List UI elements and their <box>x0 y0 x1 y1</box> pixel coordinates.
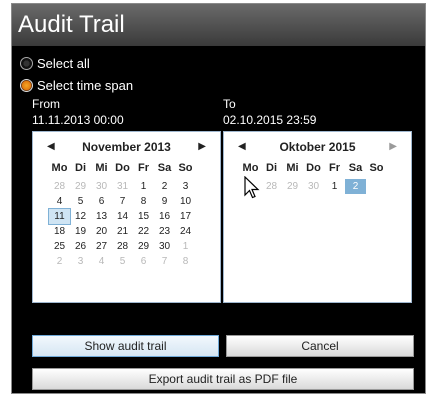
from-day-grid: 28 29 30 31 1 2 3 4 5 6 7 8 9 10 11 12 1… <box>48 179 220 269</box>
weekday-label: Di <box>75 162 86 174</box>
calendar-day[interactable]: 28 <box>261 179 282 194</box>
calendar-day[interactable]: 8 <box>133 194 154 209</box>
from-value: 11.11.2013 00:00 <box>32 113 124 127</box>
from-calendar[interactable]: ◀ November 2013 ▶ Mo Di Mi Do Fr Sa So 2… <box>32 131 221 303</box>
weekday-label: Fr <box>138 162 149 174</box>
weekday-label: Sa <box>157 162 172 174</box>
calendar-day[interactable]: 7 <box>112 194 133 209</box>
audit-trail-dialog: Audit Trail Select all Select time span … <box>11 3 426 394</box>
weekday-label: So <box>369 162 384 174</box>
chevron-left-icon[interactable]: ◀ <box>238 132 246 162</box>
calendar-day[interactable]: 13 <box>91 209 112 224</box>
chevron-right-icon[interactable]: ▶ <box>198 132 206 162</box>
calendar-day[interactable]: 2 <box>154 179 175 194</box>
weekday-label: Mo <box>51 162 68 174</box>
calendar-day[interactable]: 29 <box>282 179 303 194</box>
calendar-day[interactable]: 30 <box>91 179 112 194</box>
select-all-option[interactable]: Select all <box>20 56 90 71</box>
select-time-span-radio[interactable] <box>20 79 33 92</box>
calendar-day[interactable]: 14 <box>112 209 133 224</box>
calendar-day[interactable]: 25 <box>49 239 70 254</box>
calendar-day[interactable]: 3 <box>175 179 196 194</box>
calendar-day[interactable]: 23 <box>154 224 175 239</box>
calendar-day[interactable]: 15 <box>133 209 154 224</box>
calendar-day[interactable]: 30 <box>154 239 175 254</box>
calendar-day[interactable]: 7 <box>154 254 175 269</box>
calendar-day[interactable]: 1 <box>175 239 196 254</box>
to-calendar[interactable]: ◀ Oktober 2015 ▶ Mo Di Mi Do Fr Sa So 28… <box>223 131 412 303</box>
select-all-radio[interactable] <box>20 57 33 70</box>
select-all-label: Select all <box>37 56 90 71</box>
calendar-day[interactable]: 6 <box>133 254 154 269</box>
calendar-day[interactable]: 26 <box>70 239 91 254</box>
calendar-day[interactable]: 5 <box>70 194 91 209</box>
weekday-header: Mo Di Mi Do Fr Sa So <box>240 162 411 174</box>
calendar-day[interactable]: 19 <box>70 224 91 239</box>
calendar-day[interactable]: 3 <box>70 254 91 269</box>
calendar-day[interactable]: 9 <box>154 194 175 209</box>
calendar-day[interactable]: 28 <box>112 239 133 254</box>
calendar-day-selected[interactable]: 11 <box>48 208 71 225</box>
weekday-label: Fr <box>329 162 340 174</box>
calendar-day-selected[interactable]: 2 <box>345 179 366 194</box>
calendar-day[interactable]: 4 <box>49 194 70 209</box>
export-pdf-button[interactable]: Export audit trail as PDF file <box>32 368 414 390</box>
calendar-day[interactable]: 31 <box>112 179 133 194</box>
calendar-day[interactable]: 29 <box>70 179 91 194</box>
calendar-day[interactable]: 10 <box>175 194 196 209</box>
calendar-day[interactable]: 16 <box>154 209 175 224</box>
calendar-day[interactable]: 27 <box>91 239 112 254</box>
cancel-button[interactable]: Cancel <box>226 335 414 357</box>
calendar-day[interactable]: 20 <box>91 224 112 239</box>
calendar-day[interactable]: 2 <box>49 254 70 269</box>
from-label: From <box>32 97 60 111</box>
weekday-label: Mo <box>242 162 259 174</box>
calendar-day[interactable]: 12 <box>70 209 91 224</box>
to-calendar-month: Oktober 2015 <box>279 140 356 154</box>
to-label: To <box>223 97 236 111</box>
weekday-label: Do <box>115 162 130 174</box>
calendar-day[interactable]: 29 <box>133 239 154 254</box>
weekday-label: So <box>178 162 193 174</box>
mouse-cursor-icon <box>244 176 260 199</box>
weekday-label: Mi <box>95 162 108 174</box>
to-value: 02.10.2015 23:59 <box>223 113 317 127</box>
calendar-day[interactable]: 5 <box>112 254 133 269</box>
calendar-day[interactable]: 22 <box>133 224 154 239</box>
weekday-label: Sa <box>348 162 363 174</box>
calendar-day[interactable]: 4 <box>91 254 112 269</box>
calendar-day[interactable]: 6 <box>91 194 112 209</box>
weekday-label: Di <box>266 162 277 174</box>
weekday-label: Mi <box>286 162 299 174</box>
calendar-day[interactable]: 1 <box>324 179 345 194</box>
chevron-left-icon[interactable]: ◀ <box>47 132 55 162</box>
show-audit-trail-button[interactable]: Show audit trail <box>32 335 219 357</box>
window-title: Audit Trail <box>12 4 425 46</box>
calendar-day[interactable]: 21 <box>112 224 133 239</box>
calendar-day[interactable]: 28 <box>49 179 70 194</box>
select-time-span-option[interactable]: Select time span <box>20 78 133 93</box>
chevron-right-icon[interactable]: ▶ <box>389 132 397 162</box>
calendar-day[interactable]: 30 <box>303 179 324 194</box>
calendar-day[interactable]: 18 <box>49 224 70 239</box>
to-day-grid: 28 29 30 1 2 <box>240 179 411 194</box>
weekday-header: Mo Di Mi Do Fr Sa So <box>49 162 220 174</box>
calendar-day[interactable]: 1 <box>133 179 154 194</box>
calendar-day[interactable]: 17 <box>175 209 196 224</box>
calendar-day[interactable]: 8 <box>175 254 196 269</box>
calendar-day[interactable]: 24 <box>175 224 196 239</box>
select-time-span-label: Select time span <box>37 78 134 93</box>
weekday-label: Do <box>306 162 321 174</box>
from-calendar-month: November 2013 <box>82 140 171 154</box>
